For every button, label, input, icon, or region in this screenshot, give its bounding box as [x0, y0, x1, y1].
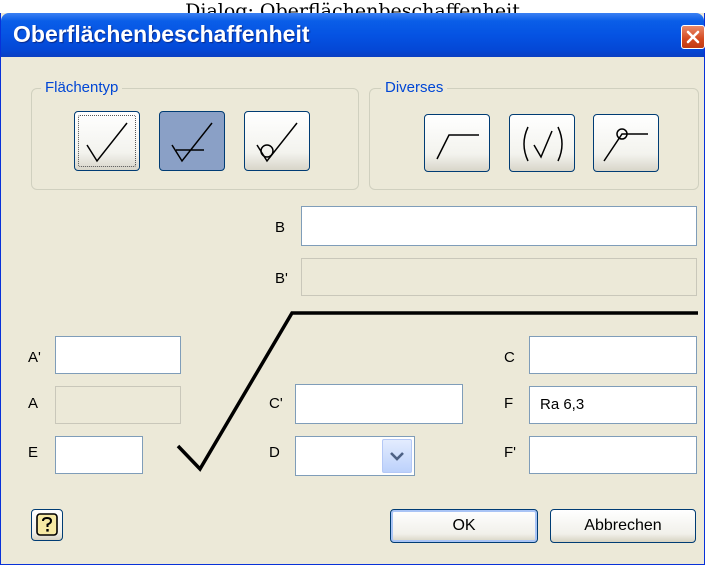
- field-c-input[interactable]: [529, 336, 697, 374]
- field-e-input[interactable]: [55, 436, 143, 474]
- field-f-input[interactable]: Ra 6,3: [529, 386, 697, 424]
- field-d-label: D: [269, 444, 280, 461]
- long-leg-icon: [436, 134, 479, 160]
- all-around-icon: [603, 128, 648, 162]
- field-d-dropdown-button[interactable]: [382, 439, 412, 473]
- field-c-label: C: [504, 349, 515, 366]
- dialog-window: Oberflächenbeschaffenheit Flächentyp Div…: [0, 13, 705, 565]
- help-icon: [36, 513, 58, 536]
- parenthesized-symbol-button[interactable]: [509, 114, 575, 172]
- misc-label: Diverses: [381, 79, 448, 97]
- basic-surface-button[interactable]: [74, 111, 140, 171]
- field-b-label: B: [275, 219, 286, 236]
- long-leg-button[interactable]: [424, 114, 490, 172]
- field-b-input[interactable]: [301, 206, 697, 246]
- basic-surface-icon: [86, 122, 128, 163]
- field-a-input[interactable]: [55, 386, 181, 424]
- field-b-prime-label: B': [275, 270, 288, 287]
- field-a-prime-input[interactable]: [55, 336, 181, 374]
- surface-type-label: Flächentyp: [41, 79, 123, 97]
- field-f-prime-label: F': [504, 444, 517, 461]
- ok-button[interactable]: OK: [390, 509, 538, 543]
- material-removal-prohibited-icon: [256, 122, 298, 163]
- field-a-label: A: [28, 395, 39, 412]
- material-removal-required-button[interactable]: [159, 111, 225, 171]
- title-bar[interactable]: Oberflächenbeschaffenheit: [1, 13, 705, 57]
- field-f-prime-input[interactable]: [529, 436, 697, 474]
- cancel-button[interactable]: Abbrechen: [550, 509, 696, 543]
- field-c-prime-label: C': [269, 395, 283, 412]
- field-a-prime-label: A': [28, 349, 41, 366]
- help-button[interactable]: [31, 509, 63, 541]
- close-icon: [686, 30, 700, 44]
- field-e-label: E: [28, 444, 39, 461]
- field-c-prime-input[interactable]: [295, 384, 463, 424]
- close-button[interactable]: [681, 25, 705, 49]
- material-removal-required-icon: [171, 122, 213, 163]
- all-around-button[interactable]: [593, 114, 659, 172]
- parenthesized-symbol-icon: [523, 126, 563, 162]
- field-f-label: F: [504, 395, 514, 412]
- material-removal-prohibited-button[interactable]: [244, 111, 310, 171]
- chevron-down-icon: [390, 452, 404, 461]
- window-title: Oberflächenbeschaffenheit: [13, 21, 310, 47]
- field-b-prime-input[interactable]: [301, 258, 697, 296]
